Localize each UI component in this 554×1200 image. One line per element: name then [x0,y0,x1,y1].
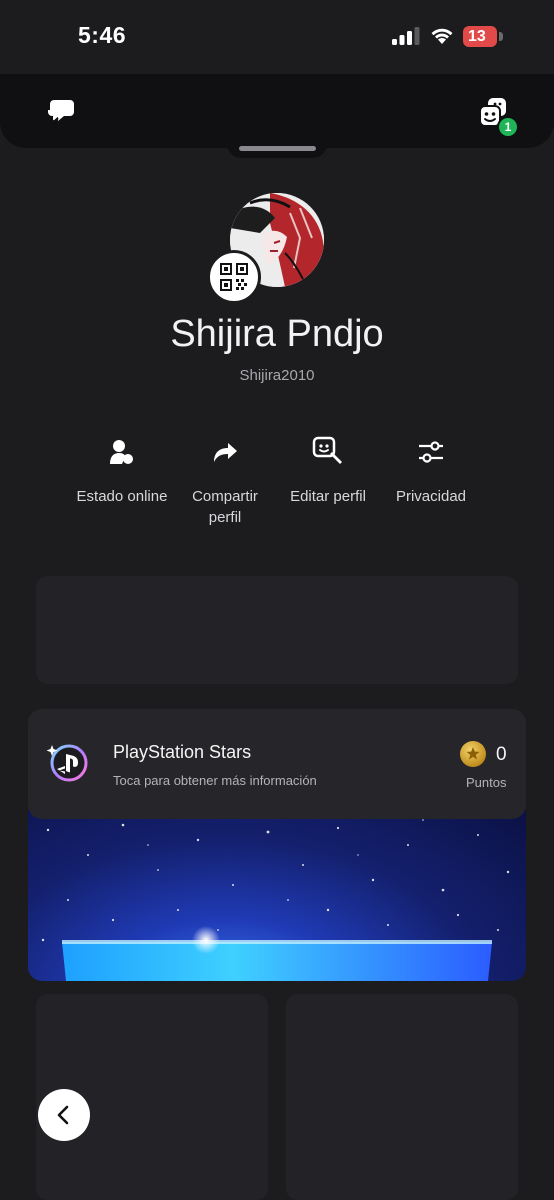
points-coin-icon [460,741,486,767]
stars-title: PlayStation Stars [113,742,252,762]
sliders-icon [419,441,443,463]
chevron-left-icon [57,1105,69,1125]
points-value: 0 [496,744,507,765]
cellular-signal-icon [392,27,420,45]
online-status-icon [110,440,133,464]
points-label: Puntos [466,775,507,790]
display-name: Shijira Pndjo [170,313,384,355]
qr-code-button[interactable] [207,250,261,304]
username: Shijira2010 [239,367,315,384]
playstation-stars-logo-icon [46,744,88,782]
status-time: 5:46 [78,22,127,48]
battery-charging-icon: 13 [463,26,497,47]
drag-handle[interactable] [239,146,316,151]
action-online-status[interactable]: Estado online [67,432,177,507]
status-bar: 5:46 13 [0,0,554,74]
chat-button[interactable] [44,94,80,130]
battery-nub [499,32,503,41]
action-label: Privacidad [395,488,467,505]
back-button[interactable] [38,1089,90,1141]
qr-code-icon [220,263,248,291]
playstation-stars-card[interactable]: PlayStation Stars Toca para obtener más … [28,709,526,819]
chat-bubbles-icon [48,100,74,124]
edit-profile-icon [312,436,342,464]
stars-subtitle: Toca para obtener más información [113,773,317,788]
action-share-profile[interactable]: Compartir perfil [170,432,280,528]
action-label: Compartir perfil [192,488,258,526]
share-arrow-icon [214,443,237,462]
starfield-image [41,819,510,981]
action-edit-profile[interactable]: Editar perfil [273,432,383,507]
stars-banner-image[interactable] [28,810,526,981]
action-privacy[interactable]: Privacidad [376,432,486,507]
wifi-icon [431,28,453,44]
loading-card [286,994,518,1200]
top-header-sheet [0,74,554,148]
star-icon [466,747,480,760]
battery-level: 13 [468,28,486,45]
loading-card [36,576,518,684]
action-label: Estado online [76,488,168,505]
action-label: Editar perfil [290,488,366,505]
party-notification-badge: 1 [497,116,519,138]
